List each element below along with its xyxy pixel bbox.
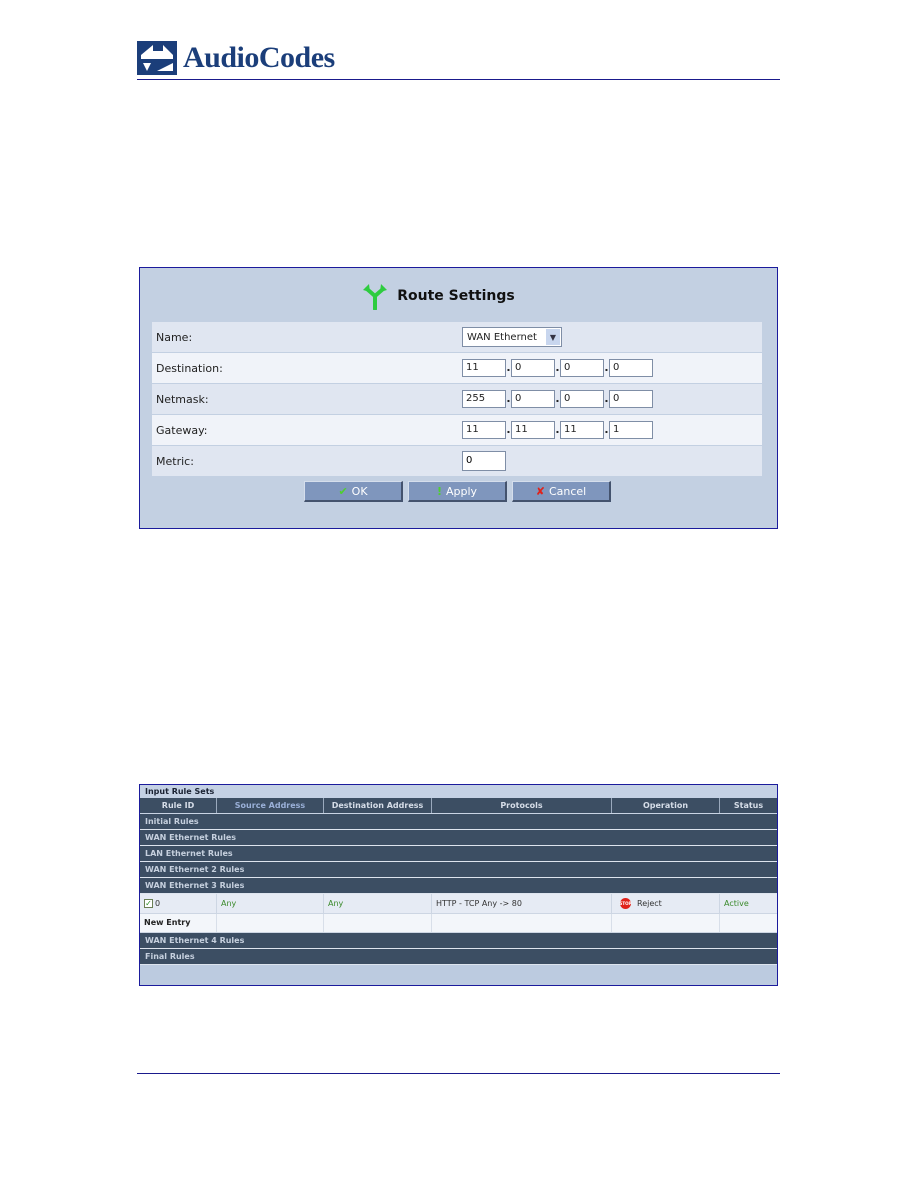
- apply-button[interactable]: ! Apply: [408, 481, 507, 502]
- gateway-octet-2[interactable]: 11: [511, 421, 555, 439]
- ok-button[interactable]: ✔ OK: [304, 481, 403, 502]
- group-initial-rules[interactable]: Initial Rules: [140, 814, 777, 830]
- gateway-octet-1[interactable]: 11: [462, 421, 506, 439]
- audiocodes-logo: AudioCodes: [137, 40, 335, 76]
- empty-cell: [720, 914, 777, 932]
- rule-id-cell: ✓ 0: [140, 894, 217, 913]
- gateway-octet-4[interactable]: 1: [609, 421, 653, 439]
- stop-icon: STOP: [620, 898, 631, 909]
- table-row[interactable]: ✓ 0 Any Any HTTP - TCP Any -> 80 STOP Re…: [140, 894, 777, 914]
- apply-button-label: Apply: [445, 484, 478, 498]
- rule-id: 0: [155, 899, 161, 908]
- destination-label: Destination:: [156, 361, 223, 375]
- new-entry-link[interactable]: New Entry: [140, 914, 217, 932]
- operation-cell: STOP Reject: [612, 894, 720, 913]
- column-source-address[interactable]: Source Address: [217, 798, 324, 813]
- column-rule-id[interactable]: Rule ID: [140, 798, 217, 813]
- destination-octet-4[interactable]: 0: [609, 359, 653, 377]
- exclamation-icon: !: [436, 484, 442, 498]
- new-entry-row[interactable]: New Entry: [140, 914, 777, 933]
- action-buttons: ✔ OK ! Apply ✘ Cancel: [304, 481, 611, 502]
- route-split-arrow-icon: [363, 284, 388, 310]
- netmask-label: Netmask:: [156, 392, 209, 406]
- group-lan-ethernet-rules[interactable]: LAN Ethernet Rules: [140, 846, 777, 862]
- audiocodes-logo-mark-icon: [137, 41, 177, 75]
- group-wan-ethernet-2-rules[interactable]: WAN Ethernet 2 Rules: [140, 862, 777, 878]
- rules-title: Input Rule Sets: [140, 785, 777, 798]
- metric-label: Metric:: [156, 454, 194, 468]
- destination-row: Destination: 11 . 0 . 0 . 0: [152, 353, 762, 384]
- brand-name: AudioCodes: [183, 41, 335, 74]
- group-wan-ethernet-3-rules[interactable]: WAN Ethernet 3 Rules: [140, 878, 777, 894]
- metric-row: Metric: 0: [152, 446, 762, 477]
- cancel-button[interactable]: ✘ Cancel: [512, 481, 611, 502]
- name-select-value: WAN Ethernet: [467, 331, 537, 343]
- group-wan-ethernet-rules[interactable]: WAN Ethernet Rules: [140, 830, 777, 846]
- empty-cell: [432, 914, 612, 932]
- source-address-cell: Any: [217, 894, 324, 913]
- header-divider: [137, 79, 780, 80]
- input-rule-sets-panel: Input Rule Sets Rule ID Source Address D…: [139, 784, 778, 986]
- netmask-octet-3[interactable]: 0: [560, 390, 604, 408]
- empty-cell: [324, 914, 432, 932]
- netmask-octet-2[interactable]: 0: [511, 390, 555, 408]
- route-settings-panel: Route Settings Name: WAN Ethernet ▼ Dest…: [139, 267, 778, 529]
- destination-octet-3[interactable]: 0: [560, 359, 604, 377]
- group-final-rules[interactable]: Final Rules: [140, 949, 777, 965]
- column-destination-address[interactable]: Destination Address: [324, 798, 432, 813]
- empty-cell: [217, 914, 324, 932]
- cancel-button-label: Cancel: [548, 484, 587, 498]
- route-settings-header: Route Settings: [140, 282, 777, 310]
- name-row: Name: WAN Ethernet ▼: [152, 322, 762, 353]
- gateway-row: Gateway: 11 . 11 . 11 . 1: [152, 415, 762, 446]
- column-operation[interactable]: Operation: [612, 798, 720, 813]
- route-settings-form: Name: WAN Ethernet ▼ Destination: 11 . 0…: [152, 322, 762, 477]
- protocols-cell: HTTP - TCP Any -> 80: [432, 894, 612, 913]
- empty-cell: [612, 914, 720, 932]
- destination-octet-1[interactable]: 11: [462, 359, 506, 377]
- gateway-octet-3[interactable]: 11: [560, 421, 604, 439]
- gateway-label: Gateway:: [156, 423, 208, 437]
- destination-address-cell: Any: [324, 894, 432, 913]
- column-protocols[interactable]: Protocols: [432, 798, 612, 813]
- column-status[interactable]: Status: [720, 798, 777, 813]
- route-settings-title: Route Settings: [397, 288, 515, 304]
- netmask-row: Netmask: 255 . 0 . 0 . 0: [152, 384, 762, 415]
- status-cell: Active: [724, 899, 749, 908]
- footer-divider: [137, 1073, 780, 1074]
- ok-button-label: OK: [351, 484, 368, 498]
- name-select[interactable]: WAN Ethernet ▼: [462, 327, 562, 347]
- metric-input[interactable]: 0: [462, 451, 506, 471]
- operation-value: Reject: [637, 899, 662, 908]
- rules-table-header: Rule ID Source Address Destination Addre…: [140, 798, 777, 814]
- chevron-down-icon[interactable]: ▼: [546, 329, 560, 345]
- destination-octet-2[interactable]: 0: [511, 359, 555, 377]
- rule-enabled-checkbox[interactable]: ✓: [144, 899, 153, 908]
- netmask-octet-4[interactable]: 0: [609, 390, 653, 408]
- name-label: Name:: [156, 330, 193, 344]
- x-icon: ✘: [535, 484, 545, 498]
- checkmark-icon: ✔: [338, 484, 348, 498]
- netmask-octet-1[interactable]: 255: [462, 390, 506, 408]
- group-wan-ethernet-4-rules[interactable]: WAN Ethernet 4 Rules: [140, 933, 777, 949]
